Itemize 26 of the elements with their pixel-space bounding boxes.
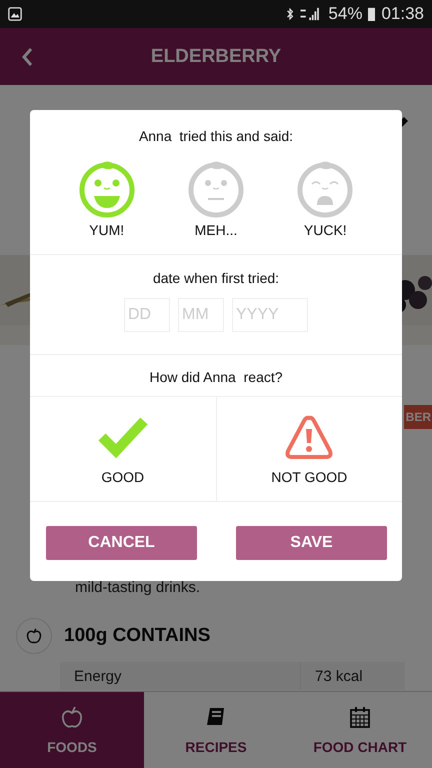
table-cell: Energy <box>60 662 301 690</box>
section-heading: 100g CONTAINS <box>64 625 210 647</box>
apple-icon <box>25 627 43 645</box>
table-cell-text: 73 kcal <box>314 666 364 686</box>
reaction-option[interactable]: GOOD <box>30 397 216 501</box>
dialog-button[interactable]: CANCEL <box>46 526 197 560</box>
battery-icon <box>368 7 376 21</box>
reaction-option[interactable]: YUCK! <box>295 158 356 254</box>
calendar-icon <box>348 705 372 729</box>
image-icon <box>8 7 22 21</box>
clock-time: 01:38 <box>381 4 424 24</box>
battery-percentage: 54% <box>328 4 362 24</box>
season-badge: BER <box>404 405 432 429</box>
bluetooth-icon <box>286 7 294 21</box>
dialog-title: Anna tried this and said: <box>138 128 294 144</box>
apple-icon <box>60 705 84 729</box>
reaction-option[interactable]: YUM! <box>76 158 137 254</box>
section-label: How did Anna react? <box>148 369 284 385</box>
warning-icon <box>284 413 334 461</box>
description-text: mild-tasting drinks. <box>75 579 202 596</box>
reaction-option[interactable]: MEH... <box>186 158 246 254</box>
back-icon <box>21 46 33 66</box>
nav-tab[interactable]: FOODS <box>0 692 144 768</box>
page-title: ELDERBERRY <box>150 46 282 68</box>
dialog-button[interactable]: SAVE <box>236 526 387 560</box>
section-label: date when first tried: <box>152 270 280 286</box>
